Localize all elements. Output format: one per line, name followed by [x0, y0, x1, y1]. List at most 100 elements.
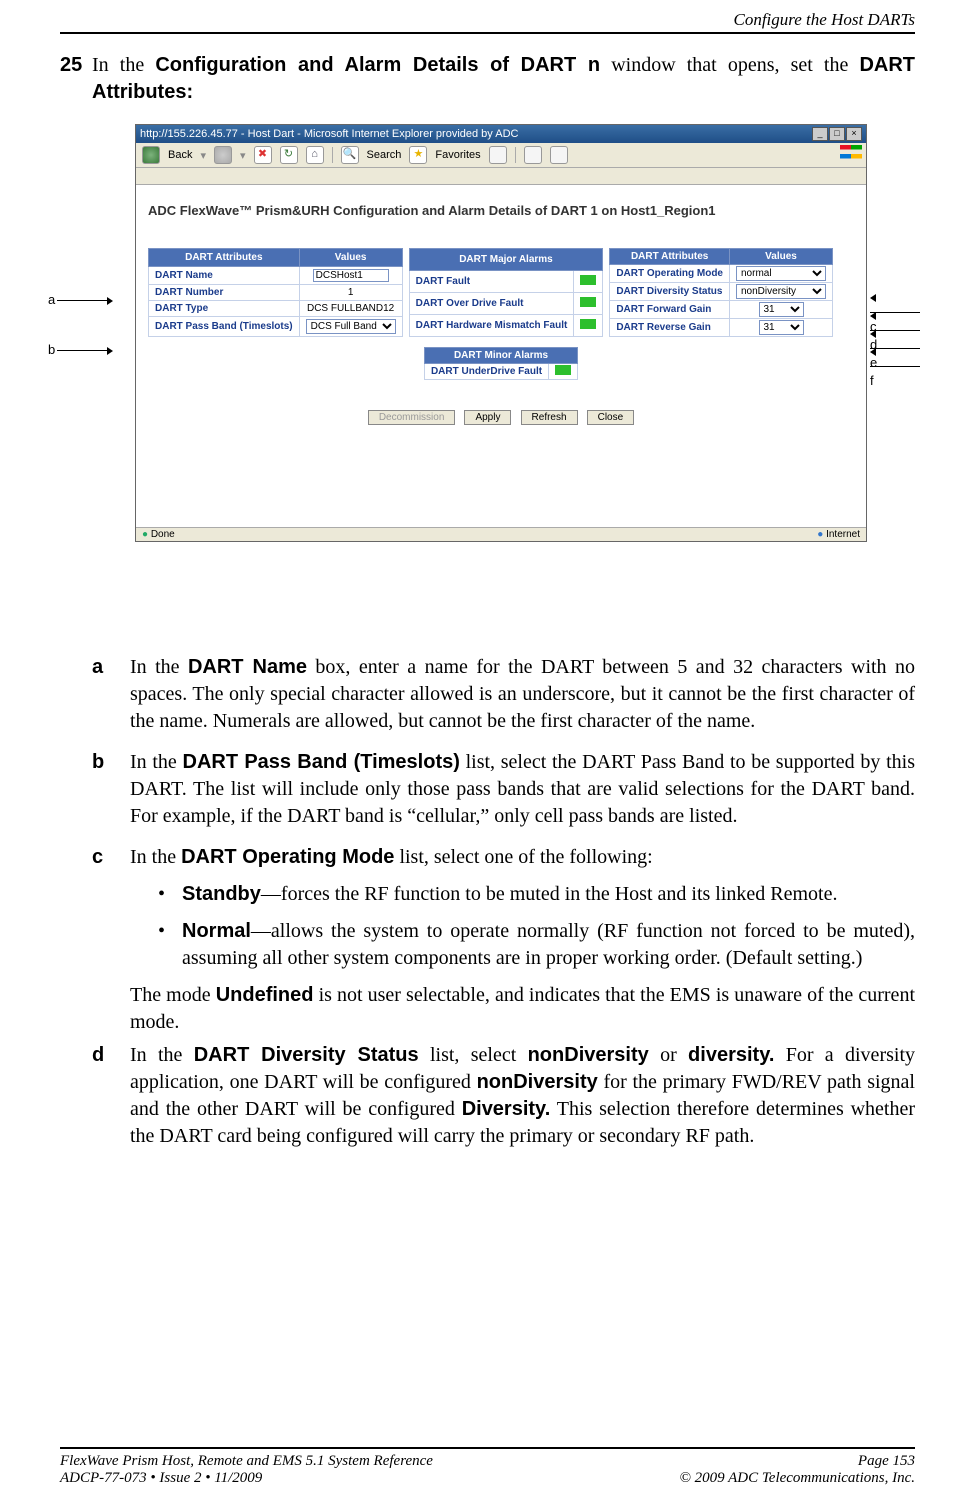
browser-toolbar: Back ▾ ▾ ✖ ↻ ⌂ 🔍 Search ★ Favorites: [136, 143, 866, 168]
dart-attributes-right: DART AttributesValues DART Operating Mod…: [609, 248, 833, 337]
body: In the DART Diversity Status list, selec…: [130, 1042, 915, 1150]
browser-window: http://155.226.45.77 - Host Dart - Micro…: [135, 124, 867, 542]
history-icon[interactable]: [489, 146, 507, 164]
page-content: ADC FlexWave™ Prism&URH Configuration an…: [136, 185, 866, 527]
internet-zone-icon: ●: [817, 529, 823, 540]
refresh-button[interactable]: Refresh: [521, 410, 578, 425]
led-icon: [580, 297, 596, 307]
bullet-icon: •: [158, 881, 182, 908]
body: In the DART Operating Mode list, select …: [130, 844, 915, 1036]
text: window that opens, set the: [600, 54, 859, 76]
forward-gain-select[interactable]: 31: [759, 302, 804, 317]
body: In the DART Pass Band (Timeslots) list, …: [130, 749, 915, 830]
sub-d: d In the DART Diversity Status list, sel…: [92, 1042, 915, 1150]
apply-button[interactable]: Apply: [464, 410, 511, 425]
step-25: 25 In the Configuration and Alarm Detail…: [60, 52, 915, 106]
sub-a: a In the DART Name box, enter a name for…: [92, 654, 915, 735]
window-buttons: _□×: [811, 127, 862, 141]
text: In the: [92, 54, 155, 76]
footer-doc-title: FlexWave Prism Host, Remote and EMS 5.1 …: [60, 1453, 433, 1470]
label: DART Fault: [409, 271, 574, 293]
window-titlebar: http://155.226.45.77 - Host Dart - Micro…: [136, 125, 866, 143]
sub-list: a In the DART Name box, enter a name for…: [60, 654, 915, 1150]
label: DART Forward Gain: [610, 301, 730, 319]
forward-icon[interactable]: [214, 146, 232, 164]
statusbar: ● Done ● Internet: [136, 527, 866, 541]
sub-c: c In the DART Operating Mode list, selec…: [92, 844, 915, 1036]
decommission-button[interactable]: Decommission: [368, 410, 456, 425]
callout-b: b: [48, 342, 113, 357]
search-icon-tb[interactable]: 🔍: [341, 146, 359, 164]
bullet-normal: • Normal—allows the system to operate no…: [158, 918, 915, 972]
operating-mode-select[interactable]: normal: [736, 266, 826, 281]
footer-page-number: Page 153: [858, 1453, 915, 1470]
close-button[interactable]: ×: [846, 127, 862, 141]
value: 1: [299, 285, 402, 301]
screenshot-figure: a b c d e f http://155.226.45.77 - Host …: [60, 124, 915, 624]
back-icon[interactable]: [142, 146, 160, 164]
th: Values: [730, 249, 833, 265]
search-label[interactable]: Search: [367, 149, 402, 161]
dart-minor-alarms: DART Minor Alarms DART UnderDrive Fault: [424, 347, 578, 380]
page-footer: FlexWave Prism Host, Remote and EMS 5.1 …: [60, 1447, 915, 1487]
bullet-standby: • Standby—forces the RF function to be m…: [158, 881, 915, 908]
zone-text: Internet: [826, 529, 860, 540]
reverse-gain-select[interactable]: 31: [759, 320, 804, 335]
minimize-button[interactable]: _: [812, 127, 828, 141]
letter: c: [92, 844, 130, 1036]
label: DART Diversity Status: [610, 283, 730, 301]
page-title: ADC FlexWave™ Prism&URH Configuration an…: [148, 203, 854, 218]
letter: a: [92, 654, 130, 735]
led-icon: [555, 365, 571, 375]
maximize-button[interactable]: □: [829, 127, 845, 141]
bullet-icon: •: [158, 918, 182, 972]
header-rule: [60, 32, 915, 34]
th: DART Attributes: [610, 249, 730, 265]
th: DART Minor Alarms: [424, 348, 577, 364]
back-label[interactable]: Back: [168, 149, 192, 161]
label: DART Operating Mode: [610, 265, 730, 283]
label: DART Hardware Mismatch Fault: [409, 315, 574, 337]
label: DART Type: [149, 300, 300, 316]
bullet-list: • Standby—forces the RF function to be m…: [158, 881, 915, 972]
mail-icon[interactable]: [524, 146, 542, 164]
label: DART Pass Band (Timeslots): [149, 316, 300, 336]
letter: d: [92, 1042, 130, 1150]
done-icon: ●: [142, 529, 148, 540]
led-icon: [580, 275, 596, 285]
label: DART Number: [149, 285, 300, 301]
value: DCS FULLBAND12: [299, 300, 402, 316]
running-header: Configure the Host DARTs: [60, 0, 915, 32]
footer-rule: [60, 1447, 915, 1449]
sub-b: b In the DART Pass Band (Timeslots) list…: [92, 749, 915, 830]
dart-passband-select[interactable]: DCS Full Band (12): [306, 319, 396, 334]
dart-attributes-left: DART AttributesValues DART Name DART Num…: [148, 248, 403, 337]
dart-name-input[interactable]: [313, 269, 389, 282]
text-bold: Configuration and Alarm Details of DART …: [155, 54, 600, 76]
th: DART Major Alarms: [409, 249, 603, 271]
panels-row: DART AttributesValues DART Name DART Num…: [148, 248, 854, 337]
th: Values: [299, 249, 402, 267]
status-text: Done: [151, 529, 175, 540]
stop-icon[interactable]: ✖: [254, 146, 272, 164]
home-icon[interactable]: ⌂: [306, 146, 324, 164]
windows-logo-icon: [840, 145, 862, 163]
step-body: In the Configuration and Alarm Details o…: [92, 52, 915, 106]
footer-copyright: © 2009 ADC Telecommunications, Inc.: [679, 1470, 915, 1487]
favorites-icon[interactable]: ★: [409, 146, 427, 164]
label: DART Reverse Gain: [610, 319, 730, 337]
dart-major-alarms: DART Major Alarms DART Fault DART Over D…: [409, 248, 604, 337]
minor-alarms-wrap: DART Minor Alarms DART UnderDrive Fault: [148, 347, 854, 380]
callout-a: a: [48, 292, 113, 307]
close-button-page[interactable]: Close: [587, 410, 635, 425]
refresh-icon[interactable]: ↻: [280, 146, 298, 164]
body: In the DART Name box, enter a name for t…: [130, 654, 915, 735]
favorites-label[interactable]: Favorites: [435, 149, 480, 161]
address-bar: [136, 168, 866, 185]
callout-f: f: [870, 343, 922, 388]
led-icon: [580, 319, 596, 329]
print-icon[interactable]: [550, 146, 568, 164]
diversity-select[interactable]: nonDiversity: [736, 284, 826, 299]
window-title: http://155.226.45.77 - Host Dart - Micro…: [140, 128, 518, 140]
label: DART UnderDrive Fault: [424, 364, 548, 380]
